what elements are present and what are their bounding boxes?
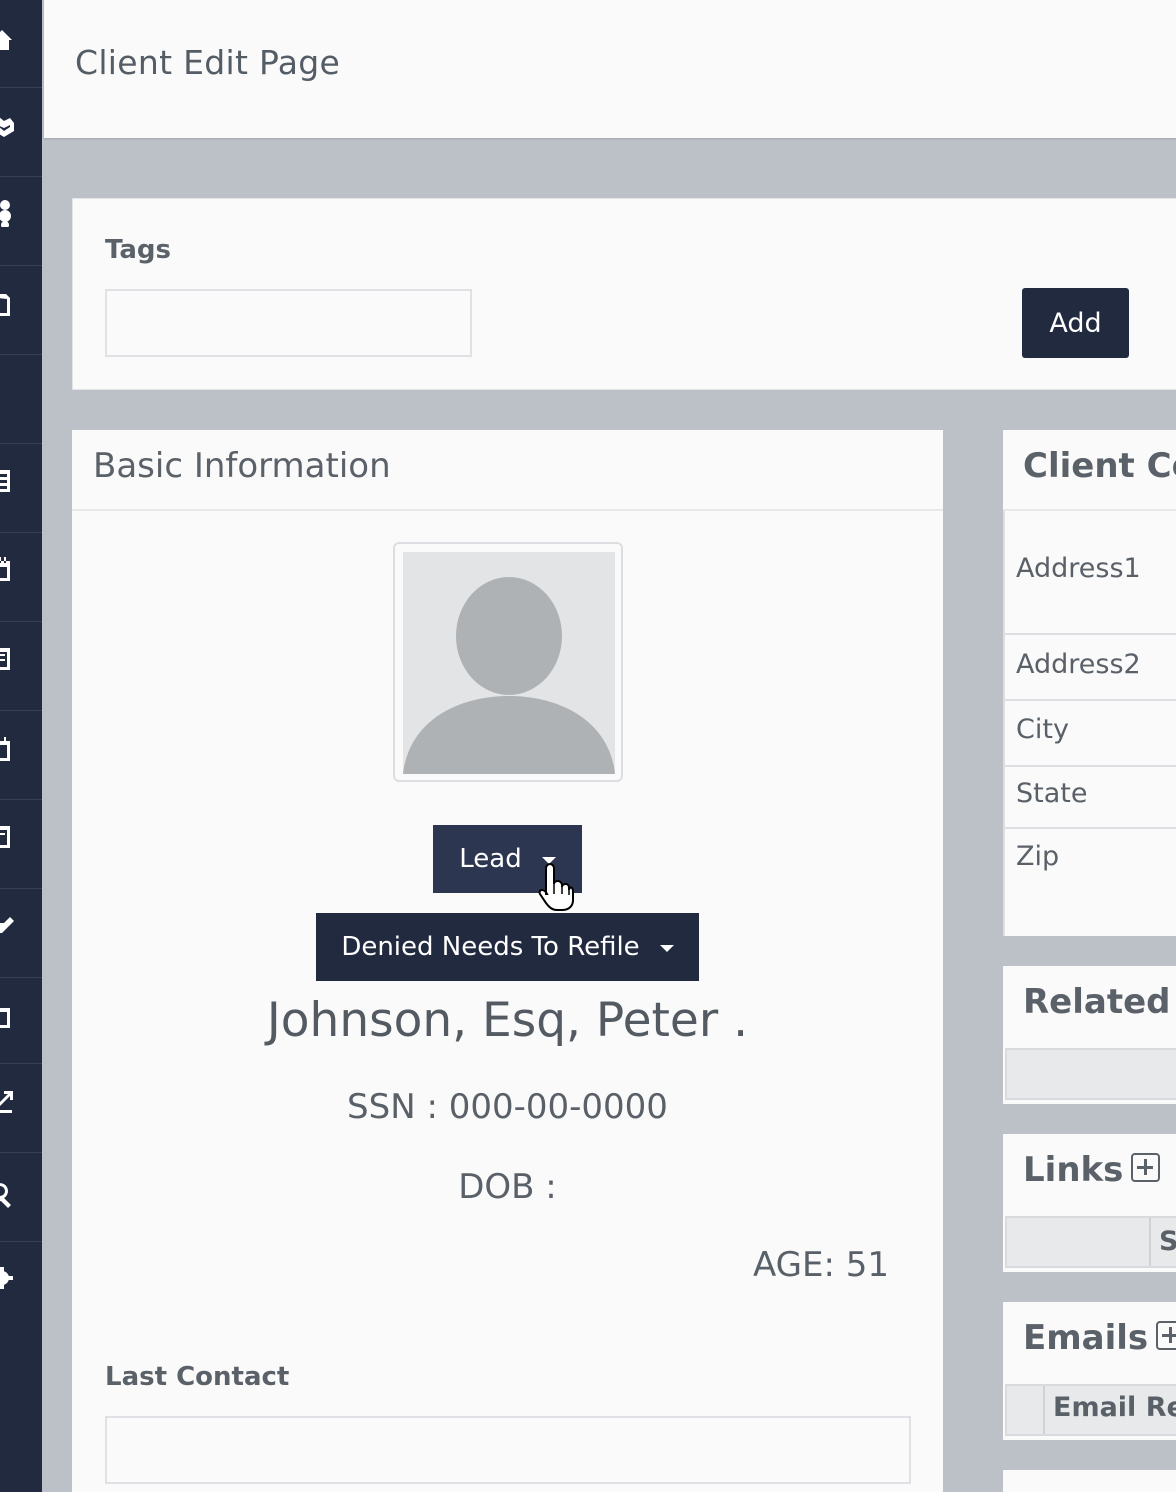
chevron-down-icon <box>659 945 674 952</box>
sidebar-item-export[interactable] <box>0 1064 42 1153</box>
add-email-icon[interactable] <box>1156 1321 1176 1350</box>
sidebar-item-files[interactable] <box>0 711 42 800</box>
last-contact-label: Last Contact <box>105 1362 290 1392</box>
contact-row-state[interactable]: State <box>1003 767 1176 829</box>
sidebar-item-blank[interactable] <box>0 355 42 444</box>
related-table-header <box>1005 1048 1176 1100</box>
user-placeholder-icon <box>403 552 615 774</box>
sidebar-item-deals[interactable] <box>0 88 42 177</box>
sidebar-item-list[interactable] <box>0 444 42 533</box>
sidebar-item-notes[interactable] <box>0 800 42 889</box>
address1-label: Address1 <box>1016 553 1141 584</box>
list-icon <box>0 470 10 492</box>
edit-icon <box>0 917 14 933</box>
sidebar-item-clipboard[interactable] <box>0 978 42 1064</box>
home-icon <box>0 30 12 50</box>
related-card: Related C <box>1003 966 1176 1104</box>
next-card <box>1003 1470 1176 1492</box>
client-name: Johnson, Esq, Peter . <box>266 993 749 1048</box>
sidebar-item-search[interactable] <box>0 1153 42 1242</box>
settings-icon <box>0 1267 13 1289</box>
document-icon <box>0 294 10 316</box>
basic-information-title: Basic Information <box>93 446 391 486</box>
page-title: Client Edit Page <box>75 43 341 82</box>
contact-row-address2[interactable]: Address2 <box>1003 635 1176 701</box>
state-label: State <box>1016 778 1088 809</box>
tags-label: Tags <box>105 235 172 265</box>
related-title: Related C <box>1023 982 1176 1022</box>
add-tag-button[interactable]: Add <box>1022 288 1129 358</box>
sidebar-item-reports[interactable] <box>0 622 42 711</box>
sidebar-item-home[interactable] <box>0 0 42 88</box>
sidebar-item-edit[interactable] <box>0 889 42 978</box>
client-contact-card: Client Co Address1 Address2 City State Z… <box>1003 430 1176 936</box>
emails-title: Emails <box>1023 1318 1176 1358</box>
email-column-header: Email Rel <box>1053 1392 1176 1423</box>
file-icon <box>0 737 10 761</box>
links-title: Links <box>1023 1150 1161 1190</box>
zip-label: Zip <box>1016 841 1060 872</box>
contact-row-city[interactable]: City <box>1003 701 1176 767</box>
links-table-header: S <box>1005 1216 1176 1268</box>
tags-card: Tags Add <box>72 198 1176 390</box>
lead-dropdown-label: Lead <box>459 844 522 874</box>
contact-row-zip[interactable]: Zip <box>1003 829 1176 936</box>
clipboard-icon <box>0 1008 10 1028</box>
tags-input[interactable] <box>105 289 472 357</box>
contact-row-address1[interactable]: Address1 <box>1003 511 1176 635</box>
sidebar-item-settings[interactable] <box>0 1242 42 1492</box>
search-icon <box>0 1183 11 1208</box>
emails-title-text: Emails <box>1023 1318 1149 1358</box>
basic-information-card: Basic Information Lead Denied Needs To R… <box>72 430 943 1492</box>
notepad-icon <box>0 826 10 848</box>
links-title-text: Links <box>1023 1150 1124 1190</box>
calendar-icon <box>0 557 10 581</box>
sidebar-item-documents[interactable] <box>0 266 42 355</box>
links-card: Links S <box>1003 1134 1176 1272</box>
links-column-header: S <box>1159 1226 1176 1257</box>
users-icon <box>0 200 11 227</box>
column-divider <box>1043 1386 1045 1434</box>
emails-table-header: Email Rel <box>1005 1384 1176 1436</box>
client-contact-title: Client Co <box>1023 446 1176 486</box>
emails-card: Emails Email Rel <box>1003 1302 1176 1440</box>
status-dropdown-label: Denied Needs To Refile <box>341 932 640 962</box>
report-icon <box>0 648 10 670</box>
page-header: Client Edit Page <box>44 0 1176 138</box>
hand-pointer-icon <box>538 862 574 911</box>
add-link-icon[interactable] <box>1131 1153 1161 1182</box>
client-ssn: SSN : 000-00-0000 <box>347 1087 668 1127</box>
basic-information-header: Basic Information <box>72 430 943 511</box>
sidebar <box>0 0 42 1492</box>
client-age: AGE: 51 <box>752 1245 889 1285</box>
address2-label: Address2 <box>1016 649 1141 680</box>
export-icon <box>0 1091 13 1113</box>
avatar[interactable] <box>393 542 623 782</box>
handshake-icon <box>0 117 14 137</box>
last-contact-field[interactable] <box>105 1416 911 1484</box>
city-label: City <box>1016 714 1069 745</box>
sidebar-item-calendar[interactable] <box>0 533 42 622</box>
client-dob: DOB : <box>458 1167 557 1207</box>
status-dropdown-button[interactable]: Denied Needs To Refile <box>316 913 699 981</box>
column-divider <box>1149 1218 1151 1266</box>
client-contact-header: Client Co <box>1003 430 1176 511</box>
sidebar-item-users[interactable] <box>0 177 42 266</box>
